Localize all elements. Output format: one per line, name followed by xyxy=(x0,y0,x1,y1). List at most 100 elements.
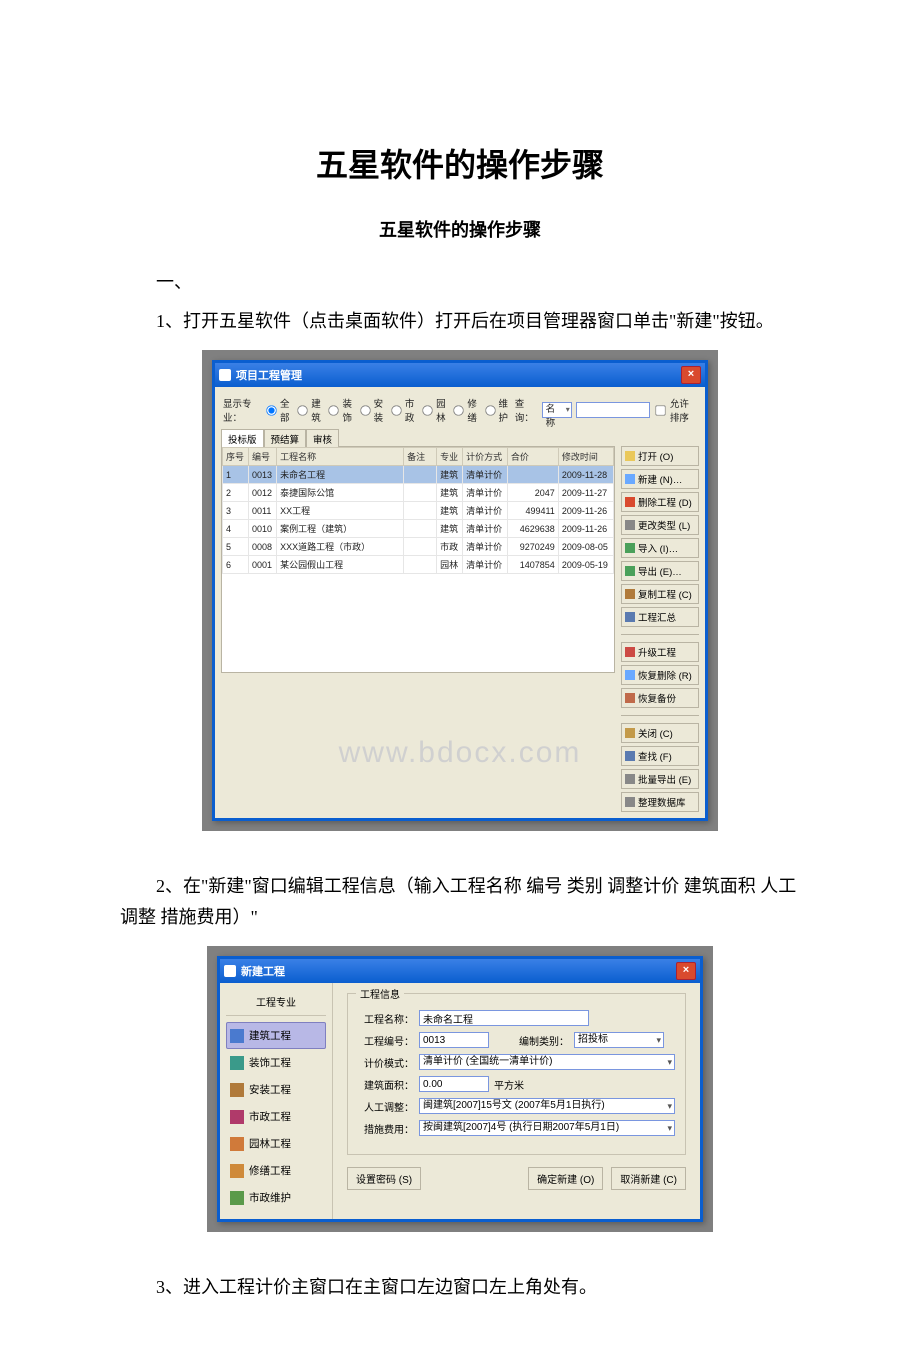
project-code-input[interactable] xyxy=(419,1032,489,1048)
window-title: 新建工程 xyxy=(241,963,285,979)
doc-title: 五星软件的操作步骤 xyxy=(120,140,800,186)
col-seq[interactable]: 序号 xyxy=(223,448,249,466)
summary-button[interactable]: 工程汇总 xyxy=(621,607,699,627)
delete-button[interactable]: 删除工程 (D) xyxy=(621,492,699,512)
copy-button[interactable]: 复制工程 (C) xyxy=(621,584,699,604)
type-select[interactable]: 招投标 xyxy=(574,1032,664,1048)
app-icon xyxy=(224,965,236,977)
new-icon xyxy=(625,474,635,484)
measure-select[interactable]: 按闽建筑[2007]4号 (执行日期2007年5月1日) xyxy=(419,1120,675,1136)
set-password-button[interactable]: 设置密码 (S) xyxy=(347,1167,421,1190)
table-row[interactable]: 50008XXX道路工程（市政）市政清单计价92702492009-08-05 xyxy=(223,538,614,556)
restore-delete-button[interactable]: 恢复删除 (R) xyxy=(621,665,699,685)
col-price[interactable]: 合价 xyxy=(507,448,558,466)
radio-zhuangshi[interactable]: 装饰 xyxy=(327,396,354,424)
radio-jianzhu[interactable]: 建筑 xyxy=(296,396,323,424)
close-icon[interactable]: × xyxy=(681,366,701,384)
col-spec[interactable]: 专业 xyxy=(437,448,463,466)
window-title: 项目工程管理 xyxy=(236,367,302,383)
step-3: 3、进入工程计价主窗口在主窗口左边窗口左上角处有。 xyxy=(120,1272,800,1303)
type-label: 编制类别： xyxy=(519,1033,569,1048)
list-icon xyxy=(625,612,635,622)
mode-label: 计价模式： xyxy=(358,1055,414,1070)
labor-label: 人工调整： xyxy=(358,1099,414,1114)
find-button[interactable]: 查找 (F) xyxy=(621,746,699,766)
database-icon xyxy=(625,797,635,807)
radio-yuanlin[interactable]: 园林 xyxy=(421,396,448,424)
door-icon xyxy=(625,728,635,738)
step-2: 2、在"新建"窗口编辑工程信息（输入工程名称 编号 类别 调整计价 建筑面积 人… xyxy=(120,871,800,932)
col-date[interactable]: 修改时间 xyxy=(558,448,613,466)
radio-all[interactable]: 全部 xyxy=(265,396,292,424)
tab-yujiesuan[interactable]: 预结算 xyxy=(264,429,307,447)
cat-xiushan[interactable]: 修缮工程 xyxy=(226,1157,326,1184)
radio-anzhuang[interactable]: 安装 xyxy=(359,396,386,424)
col-mode[interactable]: 计价方式 xyxy=(463,448,508,466)
form-column: 工程信息 工程名称： 工程编号： 编制类别： 招投标 xyxy=(333,983,700,1219)
cancel-new-button[interactable]: 取消新建 (C) xyxy=(611,1167,686,1190)
labor-select[interactable]: 闽建筑[2007]15号文 (2007年5月1日执行) xyxy=(419,1098,675,1114)
code-label: 工程编号： xyxy=(358,1033,414,1048)
new-button[interactable]: 新建 (N)… xyxy=(621,469,699,489)
filter-label: 显示专业： xyxy=(223,396,261,424)
table-row[interactable]: 20012泰捷国际公馆建筑清单计价20472009-11-27 xyxy=(223,484,614,502)
area-input[interactable] xyxy=(419,1076,489,1092)
batch-icon xyxy=(625,774,635,784)
municipal-icon xyxy=(230,1110,244,1124)
modify-type-button[interactable]: 更改类型 (L) xyxy=(621,515,699,535)
cat-anzhuang[interactable]: 安装工程 xyxy=(226,1076,326,1103)
cat-zhuangshi[interactable]: 装饰工程 xyxy=(226,1049,326,1076)
search-input[interactable] xyxy=(576,402,650,418)
group-label: 工程信息 xyxy=(356,986,404,1001)
col-name[interactable]: 工程名称 xyxy=(277,448,404,466)
import-icon xyxy=(625,543,635,553)
table-row[interactable]: 30011XX工程建筑清单计价4994112009-11-26 xyxy=(223,502,614,520)
side-buttons: 打开 (O) 新建 (N)… 删除工程 (D) 更改类型 (L) 导入 (I)…… xyxy=(621,446,699,812)
search-label: 查询： xyxy=(515,396,538,424)
titlebar: 项目工程管理 × xyxy=(215,363,705,387)
search-mode-select[interactable]: 名称 xyxy=(542,402,572,418)
table-row[interactable]: 40010案例工程（建筑）建筑清单计价46296382009-11-26 xyxy=(223,520,614,538)
restore-backup-button[interactable]: 恢复备份 xyxy=(621,688,699,708)
allow-sort-checkbox[interactable]: 允许排序 xyxy=(654,396,697,424)
titlebar: 新建工程 × xyxy=(220,959,700,983)
table-row[interactable]: 60001某公园假山工程园林清单计价14078542009-05-19 xyxy=(223,556,614,574)
open-button[interactable]: 打开 (O) xyxy=(621,446,699,466)
restore-icon xyxy=(625,670,635,680)
cat-weihu[interactable]: 市政维护 xyxy=(226,1184,326,1211)
cat-shizheng[interactable]: 市政工程 xyxy=(226,1103,326,1130)
tab-toubiao[interactable]: 投标版 xyxy=(221,429,264,447)
upgrade-button[interactable]: 升级工程 xyxy=(621,642,699,662)
category-header: 工程专业 xyxy=(226,991,326,1016)
search-icon xyxy=(625,751,635,761)
radio-weihu[interactable]: 维护 xyxy=(484,396,511,424)
export-button[interactable]: 导出 (E)… xyxy=(621,561,699,581)
doc-subtitle: 五星软件的操作步骤 xyxy=(120,216,800,242)
name-label: 工程名称： xyxy=(358,1011,414,1026)
project-name-input[interactable] xyxy=(419,1010,589,1026)
open-icon xyxy=(625,451,635,461)
step-1: 1、打开五星软件（点击桌面软件）打开后在项目管理器窗口单击"新建"按钮。 xyxy=(120,306,800,337)
import-button[interactable]: 导入 (I)… xyxy=(621,538,699,558)
project-info-group: 工程信息 工程名称： 工程编号： 编制类别： 招投标 xyxy=(347,993,686,1155)
col-code[interactable]: 编号 xyxy=(249,448,277,466)
radio-shizheng[interactable]: 市政 xyxy=(390,396,417,424)
batch-export-button[interactable]: 批量导出 (E) xyxy=(621,769,699,789)
section-number: 一、 xyxy=(120,267,800,298)
col-remark[interactable]: 备注 xyxy=(404,448,437,466)
cat-jianzhu[interactable]: 建筑工程 xyxy=(226,1022,326,1049)
install-icon xyxy=(230,1083,244,1097)
backup-icon xyxy=(625,693,635,703)
table-row[interactable]: 10013未命名工程建筑清单计价2009-11-28 xyxy=(223,466,614,484)
close-button[interactable]: 关闭 (C) xyxy=(621,723,699,743)
maintain-db-button[interactable]: 整理数据库 xyxy=(621,792,699,812)
cat-yuanlin[interactable]: 园林工程 xyxy=(226,1130,326,1157)
close-icon[interactable]: × xyxy=(676,962,696,980)
tab-shenhe[interactable]: 审核 xyxy=(306,429,339,447)
upgrade-icon xyxy=(625,647,635,657)
radio-xiushan[interactable]: 修缮 xyxy=(452,396,479,424)
measure-label: 措施费用： xyxy=(358,1121,414,1136)
confirm-new-button[interactable]: 确定新建 (O) xyxy=(528,1167,603,1190)
project-grid[interactable]: 序号 编号 工程名称 备注 专业 计价方式 合价 修改时间 10013未命名工程… xyxy=(221,446,615,673)
mode-select[interactable]: 清单计价 (全国统一清单计价) xyxy=(419,1054,675,1070)
